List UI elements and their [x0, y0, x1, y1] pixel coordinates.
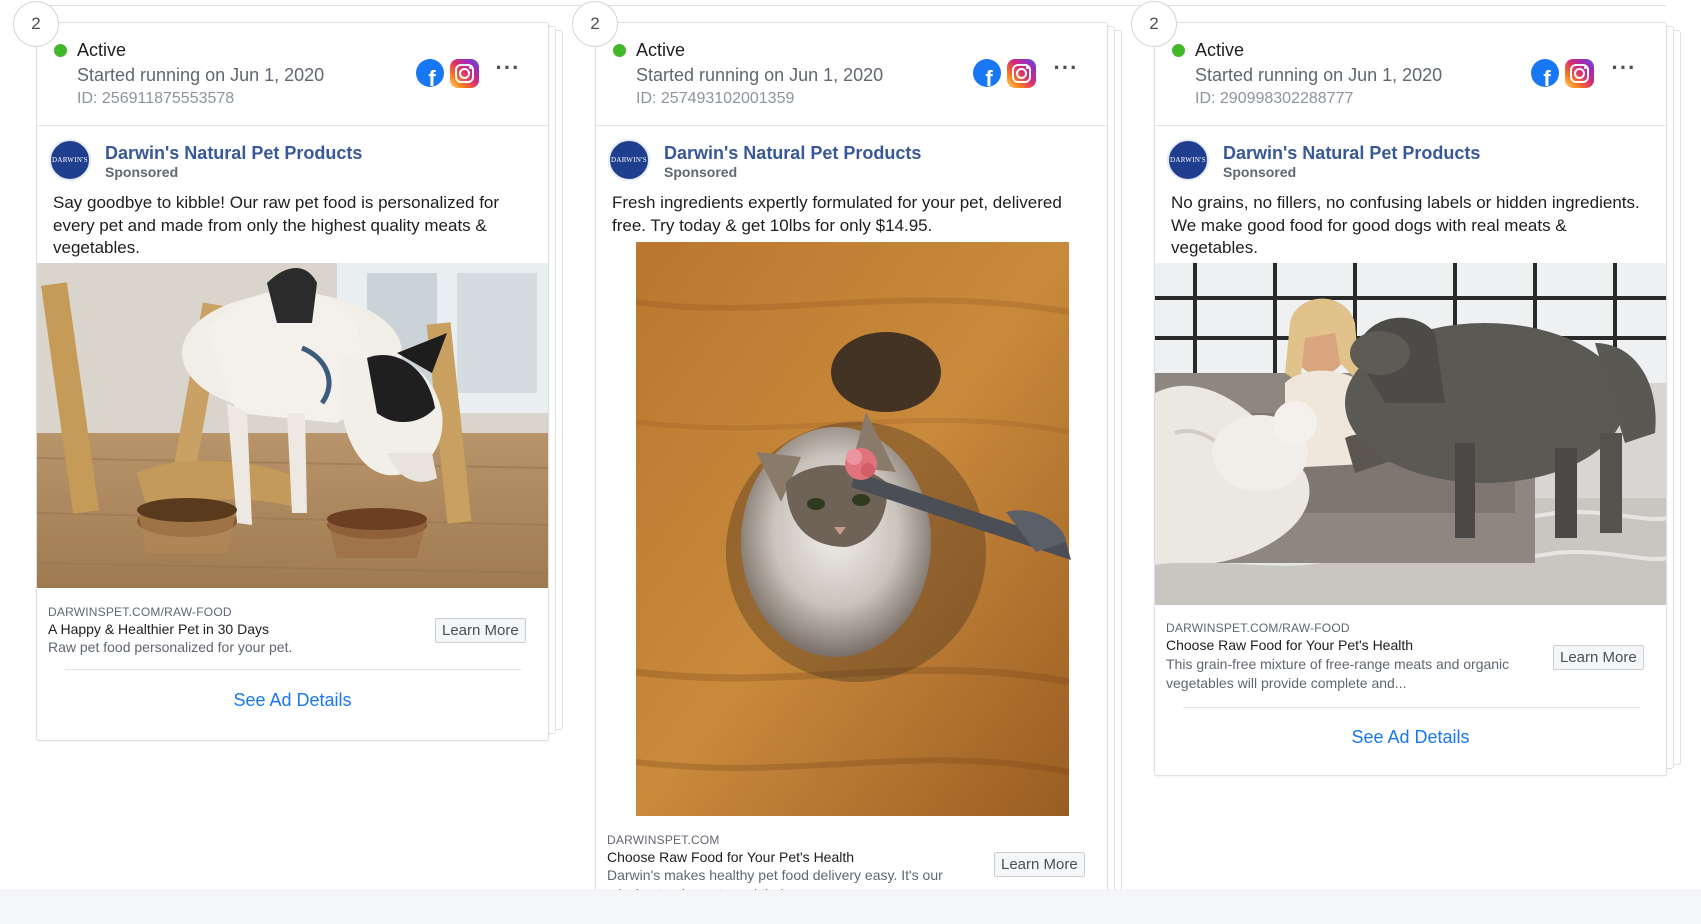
advertiser-logo[interactable]: DARWIN'S: [1167, 139, 1209, 181]
instagram-icon: [1565, 59, 1594, 88]
link-headline: Choose Raw Food for Your Pet's Health: [607, 849, 855, 865]
ad-card: Active Started running on Jun 1, 2020 ID…: [1154, 22, 1667, 776]
facebook-icon: f: [973, 59, 1001, 87]
sponsored-label: Sponsored: [1223, 164, 1297, 180]
advertiser-name-link[interactable]: Darwin's Natural Pet Products: [1223, 143, 1480, 164]
ad-card: Active Started running on Jun 1, 2020 ID…: [36, 22, 549, 741]
facebook-icon: f: [416, 59, 444, 87]
status-label: Active: [636, 40, 686, 60]
more-options-icon[interactable]: ···: [493, 56, 523, 84]
see-ad-details-link[interactable]: See Ad Details: [37, 690, 548, 711]
active-status-dot: [613, 44, 626, 57]
ad-status-header: Active Started running on Jun 1, 2020 ID…: [1155, 23, 1666, 126]
advertiser-row: DARWIN'S Darwin's Natural Pet Products S…: [1155, 126, 1666, 188]
advertiser-name-link[interactable]: Darwin's Natural Pet Products: [105, 143, 362, 164]
ad-status-header: Active Started running on Jun 1, 2020 ID…: [37, 23, 548, 126]
ad-count-badge: 2: [572, 1, 618, 47]
ad-body-text: No grains, no fillers, no confusing labe…: [1171, 193, 1640, 257]
link-description: Raw pet food personalized for your pet.: [48, 639, 293, 655]
status-label: Active: [77, 40, 127, 60]
ad-cta-area: DARWINSPET.COM/RAW-FOOD Choose Raw Food …: [1155, 605, 1666, 770]
ad-image-cat-with-fork: [596, 242, 1107, 816]
ad-id: ID: 290998302288777: [1195, 90, 1354, 107]
instagram-icon: [1007, 59, 1036, 88]
link-description: This grain-free mixture of free-range me…: [1166, 656, 1510, 691]
learn-more-button[interactable]: Learn More: [435, 618, 526, 643]
card-divider: [65, 669, 522, 670]
ad-image-dog-eating: [37, 263, 548, 588]
link-headline: Choose Raw Food for Your Pet's Health: [1166, 637, 1414, 653]
learn-more-button[interactable]: Learn More: [994, 852, 1085, 877]
ad-library-results: Active Started running on Jun 1, 2020 ID…: [0, 0, 1701, 924]
top-divider: [36, 5, 1666, 6]
ad-cta-area: DARWINSPET.COM/RAW-FOOD A Happy & Health…: [37, 588, 548, 733]
ad-status-header: Active Started running on Jun 1, 2020 ID…: [596, 23, 1107, 126]
active-status-dot: [54, 44, 67, 57]
link-domain: DARWINSPET.COM/RAW-FOOD: [1166, 621, 1350, 635]
advertiser-name-link[interactable]: Darwin's Natural Pet Products: [664, 143, 921, 164]
start-date: Started running on Jun 1, 2020: [636, 65, 884, 85]
ad-count-badge: 2: [13, 1, 59, 47]
ad-image-woman-with-dogs: [1155, 263, 1666, 605]
ad-card: Active Started running on Jun 1, 2020 ID…: [595, 22, 1108, 924]
link-domain: DARWINSPET.COM/RAW-FOOD: [48, 605, 232, 619]
advertiser-logo[interactable]: DARWIN'S: [608, 139, 650, 181]
advertiser-logo[interactable]: DARWIN'S: [49, 139, 91, 181]
sponsored-label: Sponsored: [105, 164, 179, 180]
advertiser-row: DARWIN'S Darwin's Natural Pet Products S…: [37, 126, 548, 188]
page-footer-strip: [0, 890, 1701, 924]
learn-more-button[interactable]: Learn More: [1553, 645, 1644, 670]
link-headline: A Happy & Healthier Pet in 30 Days: [48, 621, 270, 637]
card-divider: [1183, 707, 1640, 708]
more-options-icon[interactable]: ···: [1051, 56, 1081, 84]
ad-count-badge: 2: [1131, 1, 1177, 47]
ad-id: ID: 256911875553578: [77, 90, 235, 107]
instagram-icon: [450, 59, 479, 88]
status-label: Active: [1195, 40, 1245, 60]
see-ad-details-link[interactable]: See Ad Details: [1155, 727, 1666, 748]
advertiser-row: DARWIN'S Darwin's Natural Pet Products S…: [596, 126, 1107, 188]
ad-id: ID: 257493102001359: [636, 90, 795, 107]
ad-body-text: Fresh ingredients expertly formulated fo…: [612, 193, 1062, 235]
link-domain: DARWINSPET.COM: [607, 833, 720, 847]
facebook-icon: f: [1531, 59, 1559, 87]
sponsored-label: Sponsored: [664, 164, 738, 180]
start-date: Started running on Jun 1, 2020: [77, 65, 325, 85]
active-status-dot: [1172, 44, 1185, 57]
more-options-icon[interactable]: ···: [1609, 56, 1639, 84]
start-date: Started running on Jun 1, 2020: [1195, 65, 1443, 85]
ad-body-text: Say goodbye to kibble! Our raw pet food …: [53, 193, 500, 257]
